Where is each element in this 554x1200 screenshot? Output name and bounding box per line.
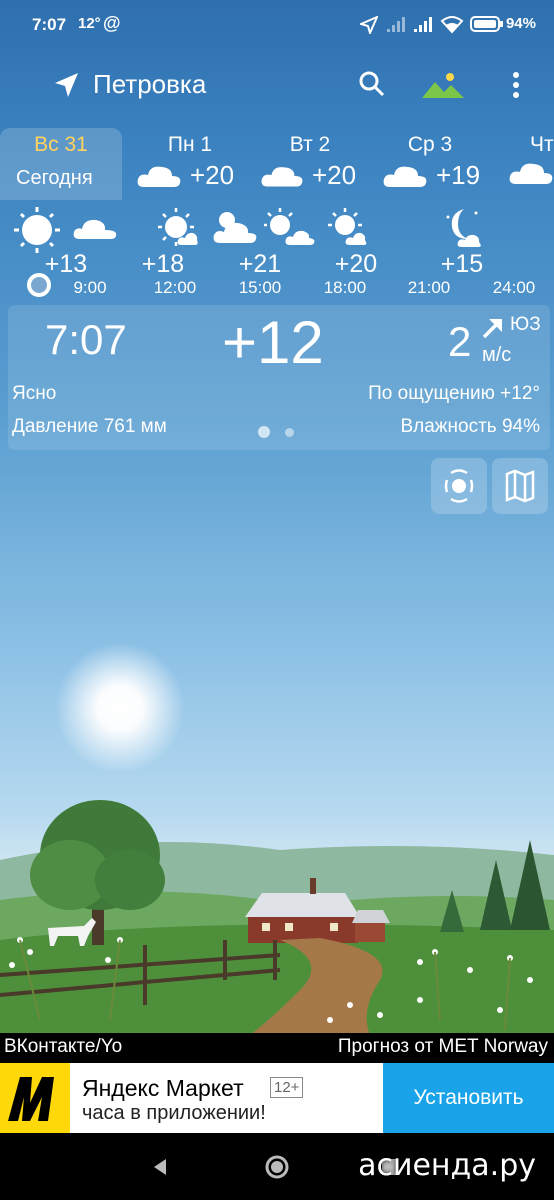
ad-banner[interactable]: Яндекс Маркет 12+ часа в приложении! Уст… [0,1063,554,1133]
wifi-icon [440,16,464,34]
sun-icon [158,208,198,246]
status-bar: 7:07 12° @ 94% [0,0,554,50]
more-vert-icon[interactable] [505,70,527,100]
day-name: Пн 1 [167,133,213,156]
back-icon[interactable] [150,1157,170,1177]
moon-cloud-icon [446,209,481,247]
signal-icon [387,17,405,32]
signal-icon [414,17,432,32]
humidity: Влажность 94% [400,416,540,437]
age-badge: 12+ [270,1077,304,1098]
source-right[interactable]: Прогноз от MET Norway [338,1036,548,1058]
sun-cloud-icon [14,207,117,253]
day-name: Вт 2 [289,133,331,156]
ad-subtitle: часа в приложении! [82,1102,266,1124]
source-bar: ВКонтакте/Yo Прогноз от MET Norway [0,1033,554,1063]
hour-time: 15:00 [238,278,282,297]
ad-title: Яндекс Маркет [82,1075,244,1101]
hour-temp: +15 [440,250,484,278]
location-arrow-icon[interactable] [52,70,82,100]
day-name: Чт [530,133,554,156]
landscape-illustration [0,800,554,1035]
map-button[interactable] [492,458,548,514]
status-time: 7:07 [32,15,67,34]
battery-icon [470,16,503,32]
page-dot[interactable] [285,428,294,437]
search-icon[interactable] [358,70,386,98]
day-temp: +20 [312,160,357,190]
current-time: 7:07 [45,316,127,363]
hour-temp: +18 [141,250,185,278]
hour-time: 12:00 [153,278,197,297]
yandex-market-logo [0,1063,70,1133]
landscape-icon[interactable] [420,70,466,100]
hour-time: 18:00 [323,278,367,297]
status-at: @ [103,13,121,33]
status-temp: 12° [78,15,101,32]
day-sub: Сегодня [16,167,93,189]
sun-cloud-icon [213,212,257,243]
current-temp: +12 [222,309,324,376]
wind-direction: ЮЗ [510,314,541,335]
cloud-icon [137,166,181,187]
watermark: асиенда.ру [358,1148,536,1183]
page-dot-active[interactable] [258,426,270,438]
radar-button[interactable] [431,458,487,514]
location-arrow-icon [360,16,378,34]
location-name[interactable]: Петровка [93,69,206,100]
condition: Ясно [12,383,57,404]
home-icon[interactable] [264,1154,290,1180]
hour-time: 9:00 [73,278,107,297]
install-button[interactable]: Установить [383,1063,554,1133]
source-left[interactable]: ВКонтакте/Yo [4,1036,122,1058]
day-temp: +20 [190,160,235,190]
wind-unit: м/с [482,344,512,366]
hour-time: 21:00 [407,278,451,297]
hour-temp: +20 [334,250,378,278]
cloud-icon [509,163,553,184]
map-icon [505,469,535,503]
sun-radar-icon [444,469,474,503]
cloud-icon [383,166,427,187]
current-time-marker [27,273,51,297]
day-name: Вс 31 [34,133,88,156]
pressure: Давление 761 мм [12,416,167,437]
wind-speed: 2 [448,318,472,365]
feels-like: По ощущению +12° [368,383,540,404]
day-temp: +19 [436,160,481,190]
hour-time: 24:00 [492,278,536,297]
sun-cloud-icon [328,208,367,245]
day-name: Ср 3 [407,133,453,156]
cloud-icon [261,166,303,187]
battery-percent: 94% [505,15,536,32]
hour-temp: +21 [238,250,282,278]
wind-direction-icon [482,319,502,339]
sun-cloud-icon [264,208,315,245]
